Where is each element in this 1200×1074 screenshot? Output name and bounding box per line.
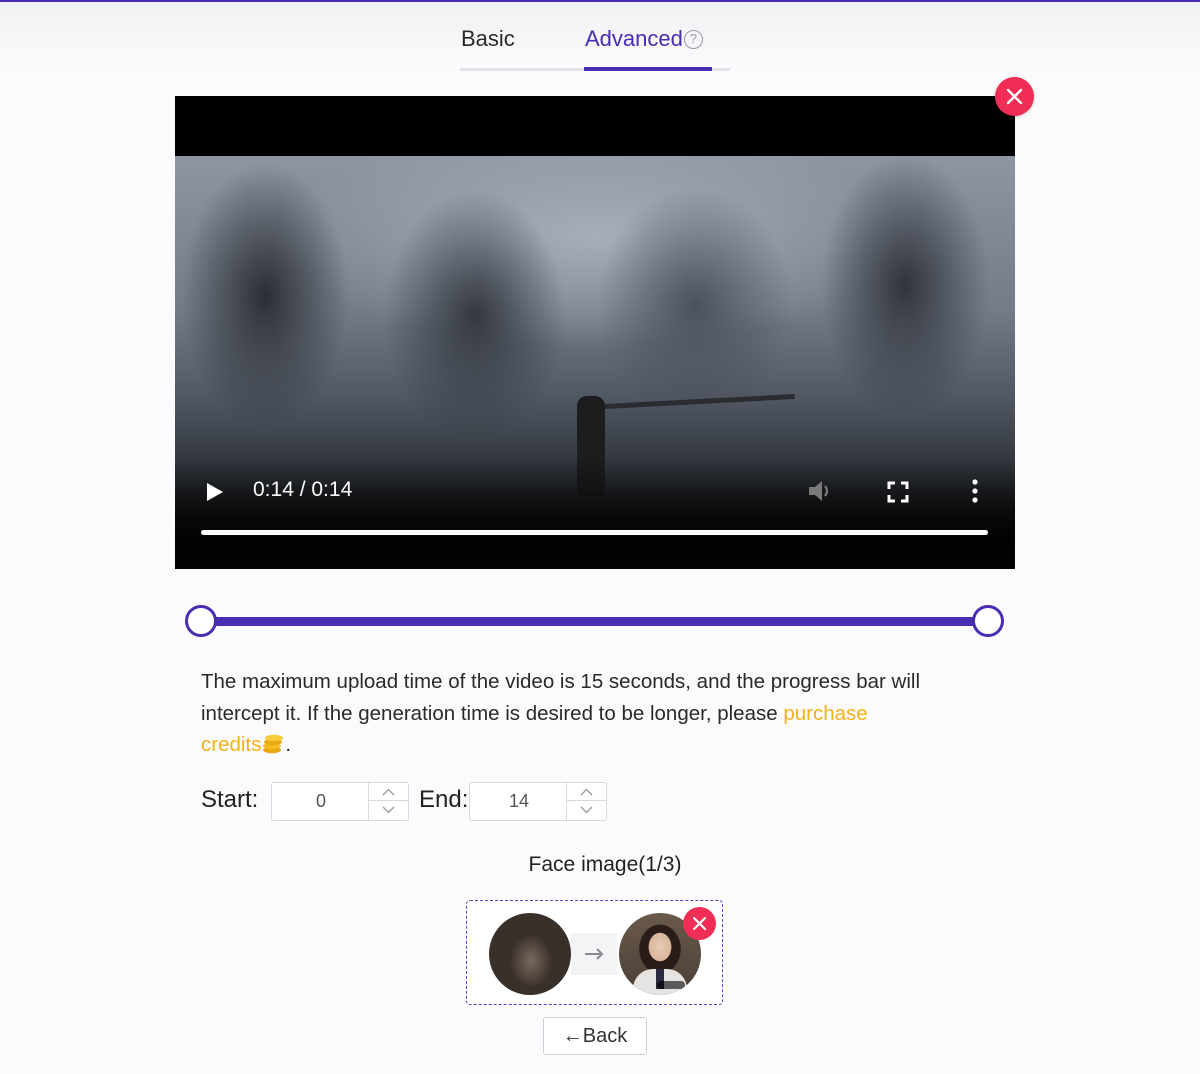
help-icon[interactable]: ?: [683, 30, 703, 49]
play-icon: [207, 483, 223, 501]
video-player[interactable]: 0:14 / 0:14: [175, 96, 1015, 569]
credits-link[interactable]: credits: [201, 733, 261, 756]
mode-tabs: Basic Advanced?: [460, 26, 730, 72]
chevron-up-icon: [382, 788, 395, 796]
end-increment-button[interactable]: [567, 783, 606, 801]
face-image-title: Face image(1/3): [528, 853, 682, 876]
tab-basic-label: Basic: [461, 26, 515, 51]
play-button[interactable]: [205, 482, 225, 502]
volume-button[interactable]: [807, 478, 835, 504]
trim-range-track[interactable]: [200, 617, 989, 626]
start-increment-button[interactable]: [369, 783, 408, 801]
video-progress-bar[interactable]: [201, 530, 988, 535]
source-face-thumbnail[interactable]: [489, 913, 571, 995]
remove-face-button[interactable]: [683, 907, 716, 940]
arrow-right-icon: [571, 933, 617, 975]
video-figure-staff: [604, 394, 795, 409]
notice-end: .: [285, 733, 292, 756]
trim-end-handle[interactable]: [972, 605, 1004, 637]
tab-advanced[interactable]: Advanced?: [585, 26, 703, 52]
face-swap-pair: [466, 900, 723, 1005]
close-icon: [692, 916, 707, 931]
back-button[interactable]: ←Back: [543, 1017, 647, 1055]
end-stepper: [566, 783, 606, 820]
video-time: 0:14 / 0:14: [253, 478, 353, 501]
close-icon: [1006, 88, 1023, 105]
tab-basic[interactable]: Basic: [461, 26, 515, 52]
end-decrement-button[interactable]: [567, 801, 606, 819]
start-time-input: [271, 782, 409, 821]
coin-icon: [261, 732, 285, 754]
start-time-field[interactable]: [272, 783, 370, 820]
chevron-down-icon: [580, 806, 593, 814]
start-decrement-button[interactable]: [369, 801, 408, 819]
more-options-button[interactable]: [967, 478, 983, 504]
more-icon: [972, 479, 978, 503]
tab-advanced-label: Advanced: [585, 26, 683, 51]
purchase-link[interactable]: purchase: [783, 702, 867, 725]
fullscreen-button[interactable]: [887, 481, 909, 503]
tab-active-indicator: [584, 67, 712, 71]
remove-video-button[interactable]: [995, 77, 1034, 116]
end-label: End:: [419, 786, 469, 813]
volume-icon: [809, 481, 829, 501]
end-time-field[interactable]: [470, 783, 568, 820]
start-stepper: [368, 783, 408, 820]
start-label: Start:: [201, 786, 259, 813]
trim-start-handle[interactable]: [185, 605, 217, 637]
chevron-down-icon: [382, 806, 395, 814]
target-face-badge: [657, 981, 685, 989]
fullscreen-icon: [887, 481, 909, 503]
upload-limit-notice: The maximum upload time of the video is …: [201, 666, 1001, 761]
end-time-input: [469, 782, 607, 821]
video-controls-overlay: [175, 456, 1015, 569]
chevron-up-icon: [580, 788, 593, 796]
